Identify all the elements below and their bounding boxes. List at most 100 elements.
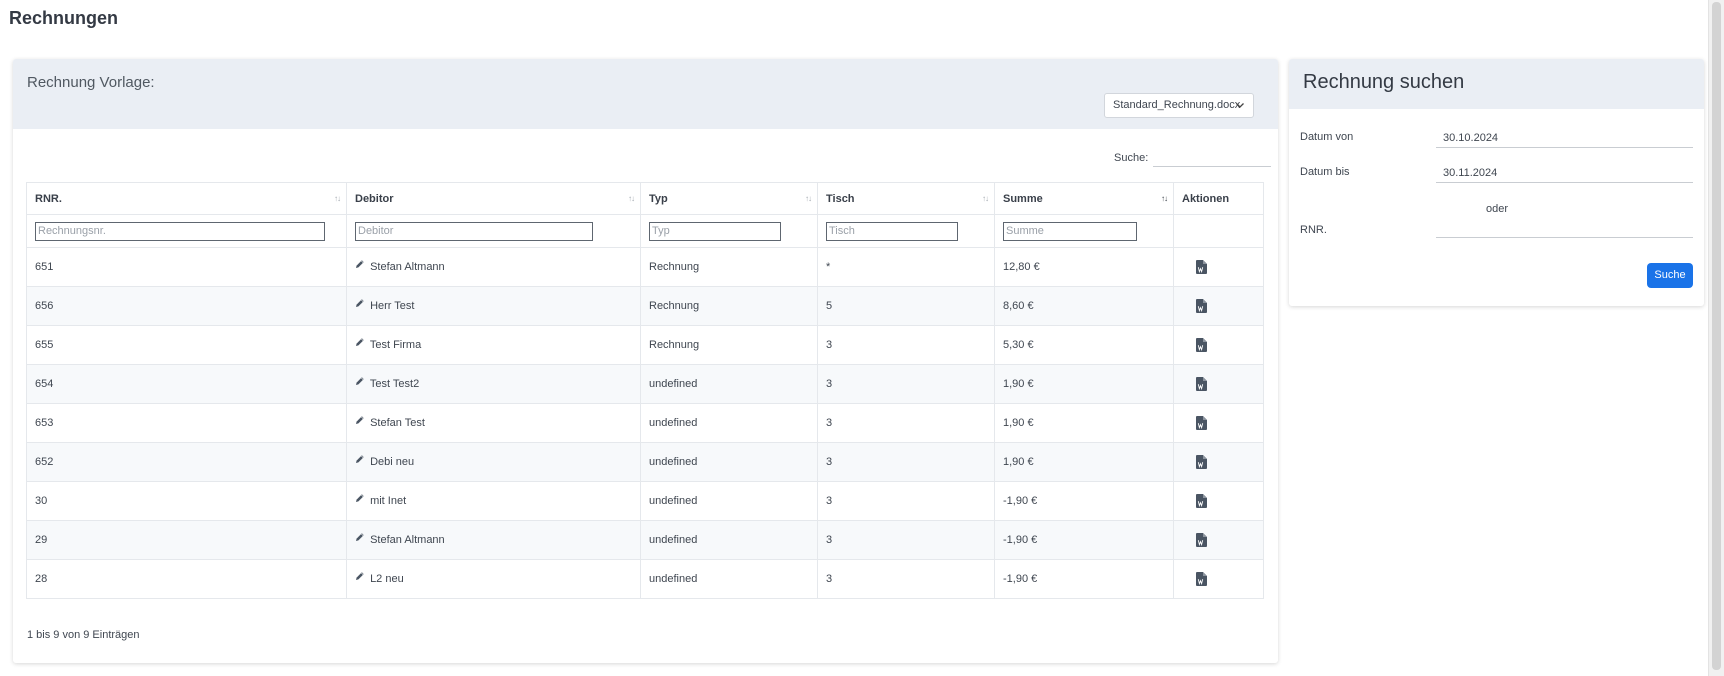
cell-debitor: mit Inet (346, 481, 641, 521)
cell-summe: -1,90 € (994, 520, 1174, 560)
invoice-search-card-header: Rechnung suchen (1289, 59, 1704, 109)
cell-aktionen (1173, 442, 1264, 482)
cell-debitor: Test Test2 (346, 364, 641, 404)
word-document-icon[interactable] (1196, 454, 1207, 472)
date-from-field[interactable]: 30.10.2024 (1436, 128, 1693, 148)
word-document-icon[interactable] (1196, 259, 1207, 277)
invoice-table: RNR. ↑↓ Debitor ↑↓ Typ ↑↓ Tisch ↑↓ Summe ↑↓ A… (26, 182, 1264, 599)
pencil-icon[interactable] (355, 298, 365, 311)
cell-tisch: 3 (817, 520, 995, 560)
pencil-icon[interactable] (355, 337, 365, 350)
cell-rnr: 651 (26, 247, 347, 287)
col-header-typ[interactable]: Typ ↑↓ (640, 182, 818, 215)
date-to-field[interactable]: 30.11.2024 (1436, 163, 1693, 183)
cell-tisch: 3 (817, 481, 995, 521)
cell-rnr: 652 (26, 442, 347, 482)
debitor-name: Debi neu (370, 456, 415, 468)
cell-typ: undefined (640, 403, 818, 443)
cell-typ: Rechnung (640, 325, 818, 365)
cell-aktionen (1173, 403, 1264, 443)
table-row[interactable]: 655 Test Firma Rechnung 3 5,30 € (26, 325, 1264, 365)
debitor-name: Stefan Altmann (370, 534, 445, 546)
cell-aktionen (1173, 481, 1264, 521)
cell-rnr: 28 (26, 559, 347, 599)
cell-summe: 1,90 € (994, 364, 1174, 404)
sort-arrows-icon: ↑↓ (805, 194, 812, 203)
col-header-rnr[interactable]: RNR. ↑↓ (26, 182, 347, 215)
cell-tisch: 3 (817, 403, 995, 443)
table-row[interactable]: 654 Test Test2 undefined 3 1,90 € (26, 364, 1264, 404)
table-row[interactable]: 653 Stefan Test undefined 3 1,90 € (26, 403, 1264, 443)
debitor-name: Stefan Altmann (370, 261, 445, 273)
cell-rnr: 30 (26, 481, 347, 521)
debitor-name: mit Inet (370, 495, 407, 507)
cell-aktionen (1173, 520, 1264, 560)
cell-debitor: Test Firma (346, 325, 641, 365)
search-button[interactable]: Suche (1647, 263, 1693, 288)
cell-debitor: Stefan Test (346, 403, 641, 443)
filter-debitor-input[interactable] (355, 221, 593, 241)
table-row[interactable]: 651 Stefan Altmann Rechnung * 12,80 € (26, 247, 1264, 287)
pencil-icon[interactable] (355, 376, 365, 389)
table-info: 1 bis 9 von 9 Einträgen (27, 629, 140, 641)
cell-rnr: 656 (26, 286, 347, 326)
pencil-icon[interactable] (355, 532, 365, 545)
cell-rnr: 653 (26, 403, 347, 443)
template-select-value: Standard_Rechnung.docx (1113, 99, 1241, 111)
pencil-icon[interactable] (355, 571, 365, 584)
invoice-search-card: Rechnung suchen Datum von 30.10.2024 Dat… (1289, 59, 1704, 306)
word-document-icon[interactable] (1196, 415, 1207, 433)
filter-summe-input[interactable] (1003, 221, 1137, 241)
cell-debitor: Herr Test (346, 286, 641, 326)
cell-summe: 8,60 € (994, 286, 1174, 326)
cell-aktionen (1173, 559, 1264, 599)
table-search-input[interactable] (1153, 149, 1272, 167)
word-document-icon[interactable] (1196, 337, 1207, 355)
template-select[interactable]: Standard_Rechnung.docx (1104, 93, 1254, 118)
page-title: Rechnungen (9, 8, 119, 28)
cell-typ: undefined (640, 364, 818, 404)
pencil-icon[interactable] (355, 454, 365, 467)
cell-aktionen (1173, 247, 1264, 287)
word-document-icon[interactable] (1196, 532, 1207, 550)
table-search-label: Suche: (1114, 152, 1149, 164)
filter-rnr-input[interactable] (35, 221, 325, 241)
table-header-row: RNR. ↑↓ Debitor ↑↓ Typ ↑↓ Tisch ↑↓ Summe ↑↓ A… (26, 182, 1264, 215)
col-header-aktionen: Aktionen (1173, 182, 1264, 215)
sort-arrows-icon: ↑↓ (982, 194, 989, 203)
scrollbar-thumb[interactable] (1712, 2, 1721, 670)
sort-arrows-icon: ↑↓ (334, 194, 341, 203)
cell-tisch: 3 (817, 325, 995, 365)
col-header-tisch[interactable]: Tisch ↑↓ (817, 182, 995, 215)
table-row[interactable]: 652 Debi neu undefined 3 1,90 € (26, 442, 1264, 482)
table-row[interactable]: 30 mit Inet undefined 3 -1,90 € (26, 481, 1264, 521)
debitor-name: Test Test2 (369, 378, 420, 390)
debitor-name: Test Firma (369, 339, 422, 351)
filter-tisch-input[interactable] (826, 221, 958, 241)
pencil-icon[interactable] (355, 493, 365, 506)
sort-desc-icon: ↑↓ (1161, 194, 1168, 203)
pencil-icon[interactable] (355, 415, 365, 428)
col-header-summe[interactable]: Summe ↑↓ (994, 182, 1174, 215)
table-row[interactable]: 656 Herr Test Rechnung 5 8,60 € (26, 286, 1264, 326)
invoice-list-card: Rechnung Vorlage: Standard_Rechnung.docx… (13, 59, 1278, 663)
filter-row (26, 214, 1264, 248)
filter-typ-input[interactable] (649, 221, 781, 241)
word-document-icon[interactable] (1196, 298, 1207, 316)
cell-summe: 12,80 € (994, 247, 1174, 287)
col-header-debitor[interactable]: Debitor ↑↓ (346, 182, 641, 215)
word-document-icon[interactable] (1196, 571, 1207, 589)
rnr-field[interactable] (1436, 218, 1693, 238)
cell-tisch: 3 (817, 364, 995, 404)
table-row[interactable]: 28 L2 neu undefined 3 -1,90 € (26, 559, 1264, 599)
cell-typ: Rechnung (640, 286, 818, 326)
word-document-icon[interactable] (1196, 493, 1207, 511)
table-row[interactable]: 29 Stefan Altmann undefined 3 -1,90 € (26, 520, 1264, 560)
page-scrollbar[interactable] (1708, 0, 1724, 676)
sort-arrows-icon: ↑↓ (628, 194, 635, 203)
pencil-icon[interactable] (355, 259, 365, 272)
cell-typ: undefined (640, 442, 818, 482)
word-document-icon[interactable] (1196, 376, 1207, 394)
cell-aktionen (1173, 325, 1264, 365)
rnr-label: RNR. (1300, 224, 1327, 236)
